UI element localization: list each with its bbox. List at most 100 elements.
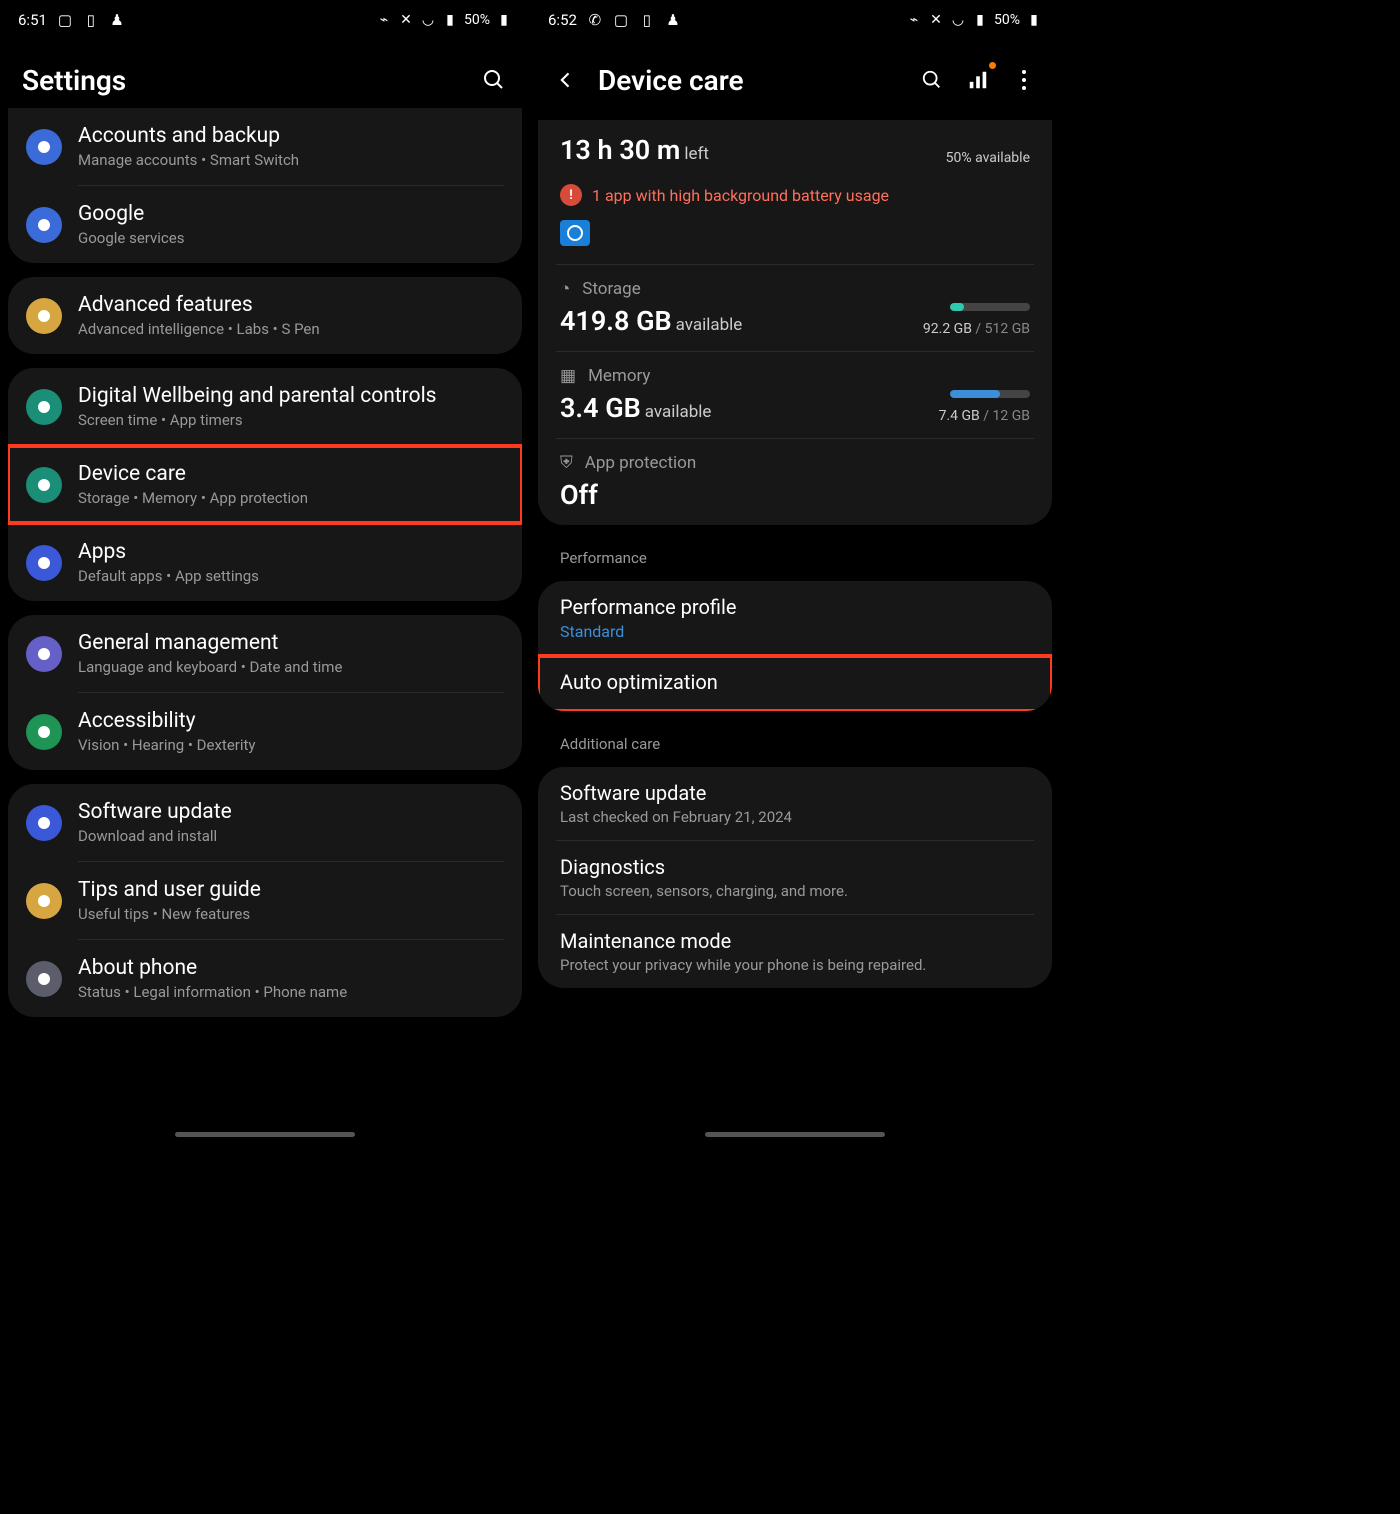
item-title: Diagnostics xyxy=(560,855,1030,879)
settings-item-accessibility[interactable]: Accessibility Vision • Hearing • Dexteri… xyxy=(8,693,522,770)
maintenance-mode-item[interactable]: Maintenance modeProtect your privacy whi… xyxy=(538,915,1052,988)
settings-group: Advanced features Advanced intelligence … xyxy=(8,277,522,354)
camera-app-icon[interactable] xyxy=(560,220,590,246)
battery-icon: ▮ xyxy=(496,12,512,28)
additional-header: Additional care xyxy=(538,725,1052,767)
settings-item-tips-and-user-guide[interactable]: Tips and user guide Useful tips • New fe… xyxy=(8,862,522,939)
signal-icon: ▮ xyxy=(972,12,988,28)
memory-row[interactable]: ▦Memory 3.4 GB available 7.4 GB / 12 GB xyxy=(538,352,1052,438)
item-title: Software update xyxy=(560,781,1030,805)
settings-item-digital-wellbeing-and-parental-controls[interactable]: Digital Wellbeing and parental controls … xyxy=(8,368,522,445)
wifi-icon: ◡ xyxy=(950,12,966,28)
item-title: Performance profile xyxy=(560,595,1030,619)
back-button[interactable] xyxy=(552,66,580,94)
performance-profile-item[interactable]: Performance profile Standard xyxy=(538,581,1052,655)
item-title: Digital Wellbeing and parental controls xyxy=(78,384,504,408)
item-subtitle: Standard xyxy=(560,622,1030,641)
bluetooth-icon: ⌁ xyxy=(906,12,922,28)
battery-time: 13 h 30 m xyxy=(560,134,680,166)
item-title: Apps xyxy=(78,540,504,564)
item-title: Tips and user guide xyxy=(78,878,504,902)
bulb-icon xyxy=(26,883,62,919)
auto-optimization-item[interactable]: Auto optimization xyxy=(538,656,1052,711)
clock: 6:51 xyxy=(18,11,47,29)
devicecare-icon xyxy=(26,467,62,503)
settings-item-about-phone[interactable]: About phone Status • Legal information •… xyxy=(8,940,522,1017)
battery-available: 50% available xyxy=(946,150,1030,166)
person-icon: ♟ xyxy=(109,12,125,28)
alert-icon: ! xyxy=(560,184,582,206)
signal-icon: ▮ xyxy=(442,12,458,28)
bluetooth-icon: ⌁ xyxy=(376,12,392,28)
page-title: Settings xyxy=(22,64,462,97)
storage-used: 92.2 GB xyxy=(923,321,972,337)
settings-group: General management Language and keyboard… xyxy=(8,615,522,770)
diagnostics-item[interactable]: DiagnosticsTouch screen, sensors, chargi… xyxy=(538,841,1052,914)
storage-total: 512 GB xyxy=(985,321,1030,337)
item-subtitle: Useful tips • New features xyxy=(78,905,504,923)
info-icon xyxy=(26,961,62,997)
image-icon: ▢ xyxy=(57,12,73,28)
item-title: Accessibility xyxy=(78,709,504,733)
chart-button[interactable] xyxy=(964,66,992,94)
item-title: Software update xyxy=(78,800,504,824)
status-bar: 6:52 ✆ ▢ ▯ ♟ ⌁ ✕ ◡ ▮ 50% ▮ xyxy=(530,0,1060,40)
person-icon: ♟ xyxy=(665,12,681,28)
protection-row[interactable]: ⛨App protection Off xyxy=(538,439,1052,525)
accessibility-icon xyxy=(26,714,62,750)
settings-item-device-care[interactable]: Device care Storage • Memory • App prote… xyxy=(8,446,522,523)
update-icon xyxy=(26,805,62,841)
item-subtitle: Storage • Memory • App protection xyxy=(78,489,504,507)
shield-icon: ⛨ xyxy=(560,453,573,473)
device-status: 13 h 30 m left 50% available ! 1 app wit… xyxy=(538,120,1052,525)
alert-text: 1 app with high background battery usage xyxy=(592,186,889,205)
search-icon xyxy=(482,68,506,92)
item-title: Auto optimization xyxy=(560,670,1030,694)
settings-group: Software update Download and install Tip… xyxy=(8,784,522,1017)
sliders-icon xyxy=(26,636,62,672)
header: Device care xyxy=(530,40,1060,120)
mute-icon: ✕ xyxy=(928,12,944,28)
battery-icon: ▮ xyxy=(1026,12,1042,28)
item-subtitle: Vision • Hearing • Dexterity xyxy=(78,736,504,754)
memory-used: 7.4 GB xyxy=(939,408,980,424)
item-title: About phone xyxy=(78,956,504,980)
battery-alert[interactable]: ! 1 app with high background battery usa… xyxy=(538,180,1052,216)
chart-icon xyxy=(967,69,989,91)
battery-pct: 50% xyxy=(464,12,490,28)
google-icon xyxy=(26,207,62,243)
item-title: Device care xyxy=(78,462,504,486)
settings-screen: 6:51 ▢ ▯ ♟ ⌁ ✕ ◡ ▮ 50% ▮ Settings Accoun… xyxy=(0,0,530,1145)
item-title: Advanced features xyxy=(78,293,504,317)
settings-item-accounts-and-backup[interactable]: Accounts and backup Manage accounts • Sm… xyxy=(8,108,522,185)
settings-item-general-management[interactable]: General management Language and keyboard… xyxy=(8,615,522,692)
memory-total: 12 GB xyxy=(993,408,1030,424)
item-subtitle: Google services xyxy=(78,229,504,247)
nav-bar[interactable] xyxy=(175,1132,355,1137)
software-update-item[interactable]: Software update Last checked on February … xyxy=(538,767,1052,840)
search-icon xyxy=(921,69,943,91)
item-subtitle: Default apps • App settings xyxy=(78,567,504,585)
settings-item-google[interactable]: Google Google services xyxy=(8,186,522,263)
heart-icon xyxy=(26,389,62,425)
storage-icon: ◔ xyxy=(560,279,570,299)
battery-saver-icon: ▯ xyxy=(83,12,99,28)
battery-row[interactable]: 13 h 30 m left 50% available xyxy=(538,120,1052,180)
item-subtitle: Advanced intelligence • Labs • S Pen xyxy=(78,320,504,338)
search-button[interactable] xyxy=(918,66,946,94)
additional-card: Software update Last checked on February … xyxy=(538,767,1052,988)
storage-row[interactable]: ◔Storage 419.8 GB available 92.2 GB / 51… xyxy=(538,265,1052,351)
wifi-icon: ◡ xyxy=(420,12,436,28)
nav-bar[interactable] xyxy=(705,1132,885,1137)
image-icon: ▢ xyxy=(613,12,629,28)
search-button[interactable] xyxy=(480,66,508,94)
item-subtitle: Status • Legal information • Phone name xyxy=(78,983,504,1001)
settings-item-software-update[interactable]: Software update Download and install xyxy=(8,784,522,861)
item-subtitle: Protect your privacy while your phone is… xyxy=(560,956,1030,974)
item-subtitle: Screen time • App timers xyxy=(78,411,504,429)
settings-item-advanced-features[interactable]: Advanced features Advanced intelligence … xyxy=(8,277,522,354)
item-subtitle: Last checked on February 21, 2024 xyxy=(560,808,1030,826)
memory-value: 3.4 GB xyxy=(560,392,641,424)
more-button[interactable] xyxy=(1010,66,1038,94)
settings-item-apps[interactable]: Apps Default apps • App settings xyxy=(8,524,522,601)
